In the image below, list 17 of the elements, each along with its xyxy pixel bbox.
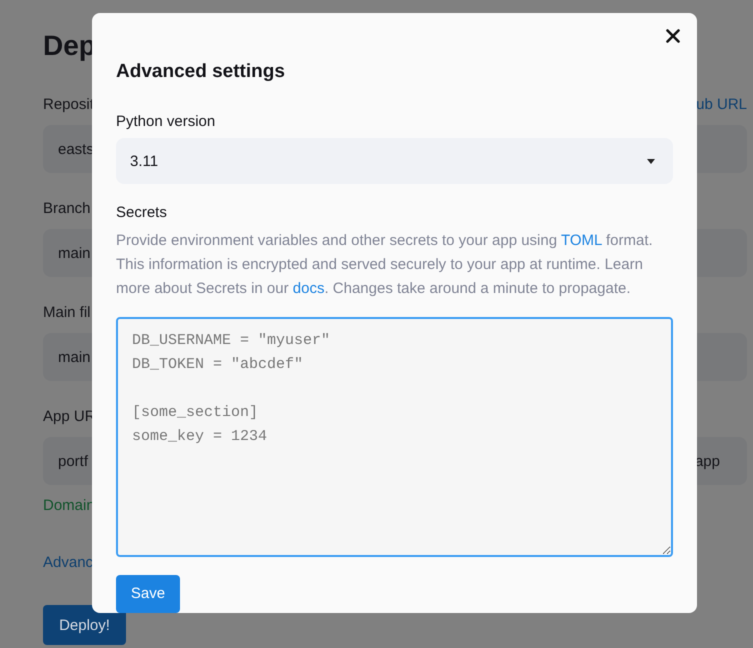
- python-version-select[interactable]: 3.11: [116, 138, 673, 184]
- secrets-field[interactable]: DB_USERNAME = "myuser" DB_TOKEN = "abcdef" [some_section] some_key = 1234: [116, 317, 673, 557]
- deploy-button[interactable]: Deploy!: [43, 605, 126, 645]
- field-label: Branch: [43, 199, 91, 219]
- github-url-link[interactable]: ub URL: [696, 93, 747, 117]
- docs-link[interactable]: TOML: [560, 232, 602, 250]
- close-icon[interactable]: [666, 29, 680, 43]
- field-label: Reposit: [43, 95, 94, 115]
- modal-title: Advanced settings: [116, 60, 286, 84]
- python-version-label: Python version: [116, 112, 216, 132]
- save-button[interactable]: Save: [116, 574, 180, 613]
- secrets-description: Provide environment variables and other secrets to your app using TOML format. This information is encrypted and served securely to your app at runtime. Learn more about Secrets in our docs. Changes take around a minute to propagate.: [116, 231, 654, 300]
- secrets-label: Secrets: [116, 203, 168, 224]
- advanced-settings-link[interactable]: Advanc: [43, 551, 94, 575]
- caret-icon: [647, 158, 655, 164]
- docs-link[interactable]: docs: [292, 280, 324, 298]
- field-label: Main fil: [43, 303, 91, 323]
